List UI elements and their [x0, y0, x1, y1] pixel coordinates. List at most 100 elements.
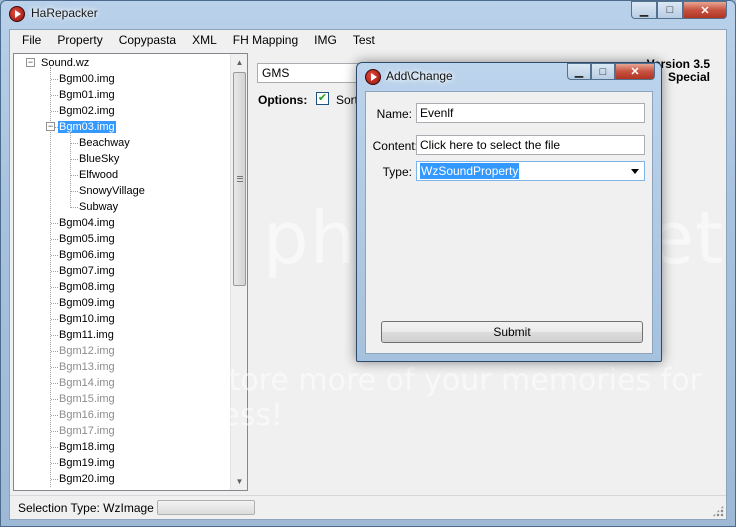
tree-node[interactable]: Bgm05.img: [58, 231, 116, 247]
tree-node[interactable]: Bgm08.img: [58, 279, 116, 295]
window-title: HaRepacker: [31, 6, 98, 20]
tree-child-node[interactable]: Subway: [78, 199, 119, 215]
tree-connector: [51, 463, 58, 464]
tree-node-label: Bgm01.img: [59, 89, 115, 101]
tree-node-label: Bgm10.img: [59, 313, 115, 325]
menu-fh-mapping[interactable]: FH Mapping: [225, 30, 306, 50]
collapse-icon[interactable]: −: [46, 122, 55, 131]
tree-node[interactable]: − Bgm03.img: [46, 119, 116, 135]
main-window: HaRepacker ▁ □ ✕ File Property Copypasta XM…: [0, 0, 736, 527]
menu-file[interactable]: File: [14, 30, 49, 50]
name-label: Name:: [376, 107, 412, 121]
scroll-thumb[interactable]: [233, 72, 246, 286]
tree-connector: [51, 223, 58, 224]
menu-img[interactable]: IMG: [306, 30, 345, 50]
content-file-picker[interactable]: Click here to select the file: [416, 135, 645, 155]
close-icon: ✕: [630, 66, 640, 78]
tree-node[interactable]: Bgm18.img: [58, 439, 116, 455]
menu-copypasta[interactable]: Copypasta: [111, 30, 184, 50]
tree-node[interactable]: Bgm17.img: [58, 423, 116, 439]
tree-connector: [70, 175, 78, 176]
tree-connector: [51, 303, 58, 304]
name-input[interactable]: Evenlf: [416, 103, 645, 123]
tree-connector: [51, 351, 58, 352]
menu-xml[interactable]: XML: [184, 30, 225, 50]
tree-child-node[interactable]: SnowyVillage: [78, 183, 146, 199]
tree-node[interactable]: Bgm07.img: [58, 263, 116, 279]
tree-node-label: Bgm03.img: [58, 121, 116, 133]
tree-node-label: Bgm17.img: [59, 425, 115, 437]
tree-node-label: SnowyVillage: [79, 185, 145, 197]
app-icon: [9, 6, 25, 22]
region-combo[interactable]: GMS: [257, 63, 367, 83]
tree-connector: [51, 111, 58, 112]
tree-node-label: Bgm08.img: [59, 281, 115, 293]
tree-node[interactable]: Bgm04.img: [58, 215, 116, 231]
tree-node-label: Bgm00.img: [59, 73, 115, 85]
tree-node-label: Bgm07.img: [59, 265, 115, 277]
status-progress-bar: [157, 500, 255, 515]
menu-test[interactable]: Test: [345, 30, 383, 50]
tree-node[interactable]: Bgm15.img: [58, 391, 116, 407]
menu-bar: File Property Copypasta XML FH Mapping IMG Tes…: [10, 30, 726, 50]
tree-node[interactable]: Bgm06.img: [58, 247, 116, 263]
tree-connector: [51, 399, 58, 400]
close-icon: ✕: [700, 4, 710, 17]
tree-node[interactable]: Bgm19.img: [58, 455, 116, 471]
tree-root-node[interactable]: − Sound.wz: [26, 55, 90, 71]
resize-grip-icon[interactable]: [712, 505, 724, 517]
tree-node-label: Subway: [79, 201, 119, 213]
scroll-down-icon[interactable]: ▼: [231, 473, 247, 490]
dialog-minimize-button[interactable]: ▁: [567, 63, 591, 80]
watermark-tagline: store more of your memories for less!: [213, 363, 702, 433]
dialog-body: Name: Evenlf Content: Click here to sele…: [365, 91, 653, 354]
tree-node[interactable]: Bgm09.img: [58, 295, 116, 311]
tree-node[interactable]: Bgm13.img: [58, 359, 116, 375]
tree-connector: [51, 447, 58, 448]
tree-node[interactable]: Bgm20.img: [58, 471, 116, 487]
tree-connector: [51, 367, 58, 368]
title-bar[interactable]: HaRepacker ▁ □ ✕: [1, 1, 735, 27]
chevron-down-icon: [631, 169, 639, 174]
tree-node-label: Bgm16.img: [59, 409, 115, 421]
tree-child-node[interactable]: Beachway: [78, 135, 131, 151]
tree-connector: [51, 239, 58, 240]
sort-label: Sort: [336, 93, 359, 107]
tree-node[interactable]: Bgm16.img: [58, 407, 116, 423]
maximize-button[interactable]: □: [657, 1, 683, 19]
tree-connector: [51, 287, 58, 288]
tree-node[interactable]: Bgm11.img: [58, 327, 115, 343]
tree-node-label: Bgm14.img: [59, 377, 115, 389]
tree-connector: [51, 335, 58, 336]
dialog-maximize-button[interactable]: □: [591, 63, 615, 80]
tree-node-label: Bgm09.img: [59, 297, 115, 309]
tree-node[interactable]: Bgm10.img: [58, 311, 116, 327]
minimize-button[interactable]: ▁: [631, 1, 657, 19]
dialog-close-button[interactable]: ✕: [615, 63, 655, 80]
tree-connector: [51, 271, 58, 272]
tree-node[interactable]: Bgm00.img: [58, 71, 116, 87]
tree-node[interactable]: Bgm02.img: [58, 103, 116, 119]
tree-connector: [70, 159, 78, 160]
menu-property[interactable]: Property: [49, 30, 110, 50]
dialog-title: Add\Change: [386, 69, 453, 83]
tree-node[interactable]: Bgm14.img: [58, 375, 116, 391]
tree-node-label: Elfwood: [79, 169, 119, 181]
tree-node[interactable]: Bgm12.img: [58, 343, 116, 359]
tree-child-node[interactable]: Elfwood: [78, 167, 119, 183]
tree-connector: [51, 479, 58, 480]
tree-child-node[interactable]: BlueSky: [78, 151, 120, 167]
close-button[interactable]: ✕: [683, 1, 727, 19]
collapse-icon[interactable]: −: [26, 58, 35, 67]
submit-button[interactable]: Submit: [381, 321, 643, 343]
selection-type-status: Selection Type: WzImage: [18, 501, 154, 515]
type-select[interactable]: WzSoundProperty: [416, 161, 645, 181]
minimize-icon: ▁: [574, 66, 584, 78]
sort-checkbox[interactable]: ✔: [316, 92, 329, 105]
content-label: Content:: [372, 139, 418, 153]
scroll-up-icon[interactable]: ▲: [231, 54, 247, 71]
tree-node[interactable]: Bgm01.img: [58, 87, 116, 103]
dialog-app-icon: [365, 69, 381, 85]
type-selected-value: WzSoundProperty: [420, 163, 520, 179]
tree-node-label: Bgm06.img: [59, 249, 115, 261]
